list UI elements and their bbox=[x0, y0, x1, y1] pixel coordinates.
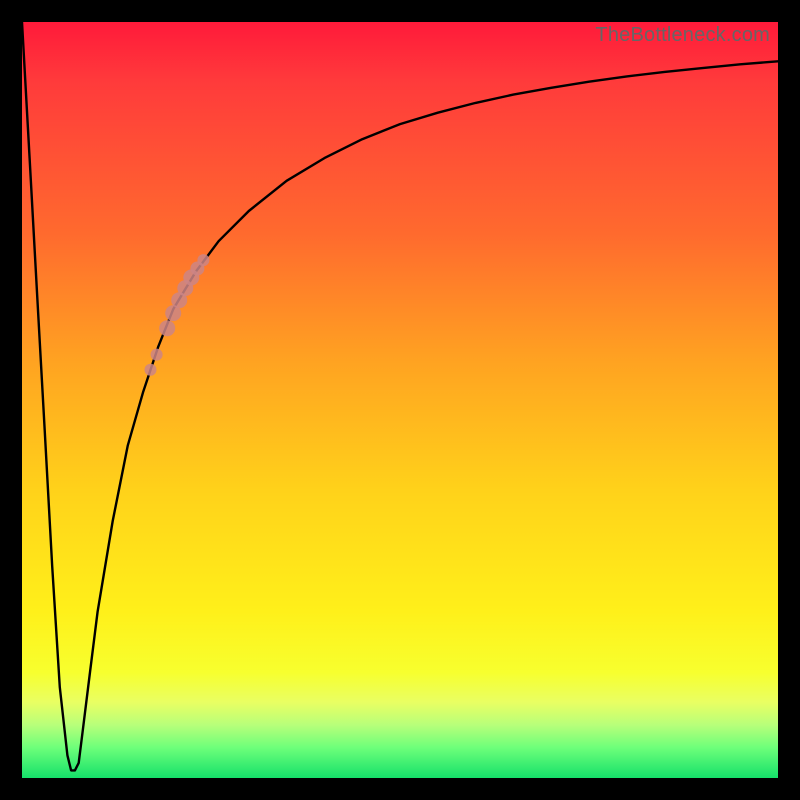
highlight-markers bbox=[145, 254, 210, 376]
highlight-marker bbox=[151, 349, 163, 361]
highlight-marker bbox=[159, 320, 175, 336]
curve-svg bbox=[22, 22, 778, 778]
highlight-marker bbox=[145, 364, 157, 376]
plot-area: TheBottleneck.com bbox=[22, 22, 778, 778]
bottleneck-curve bbox=[22, 22, 778, 770]
highlight-marker bbox=[197, 254, 209, 266]
chart-frame: TheBottleneck.com bbox=[0, 0, 800, 800]
